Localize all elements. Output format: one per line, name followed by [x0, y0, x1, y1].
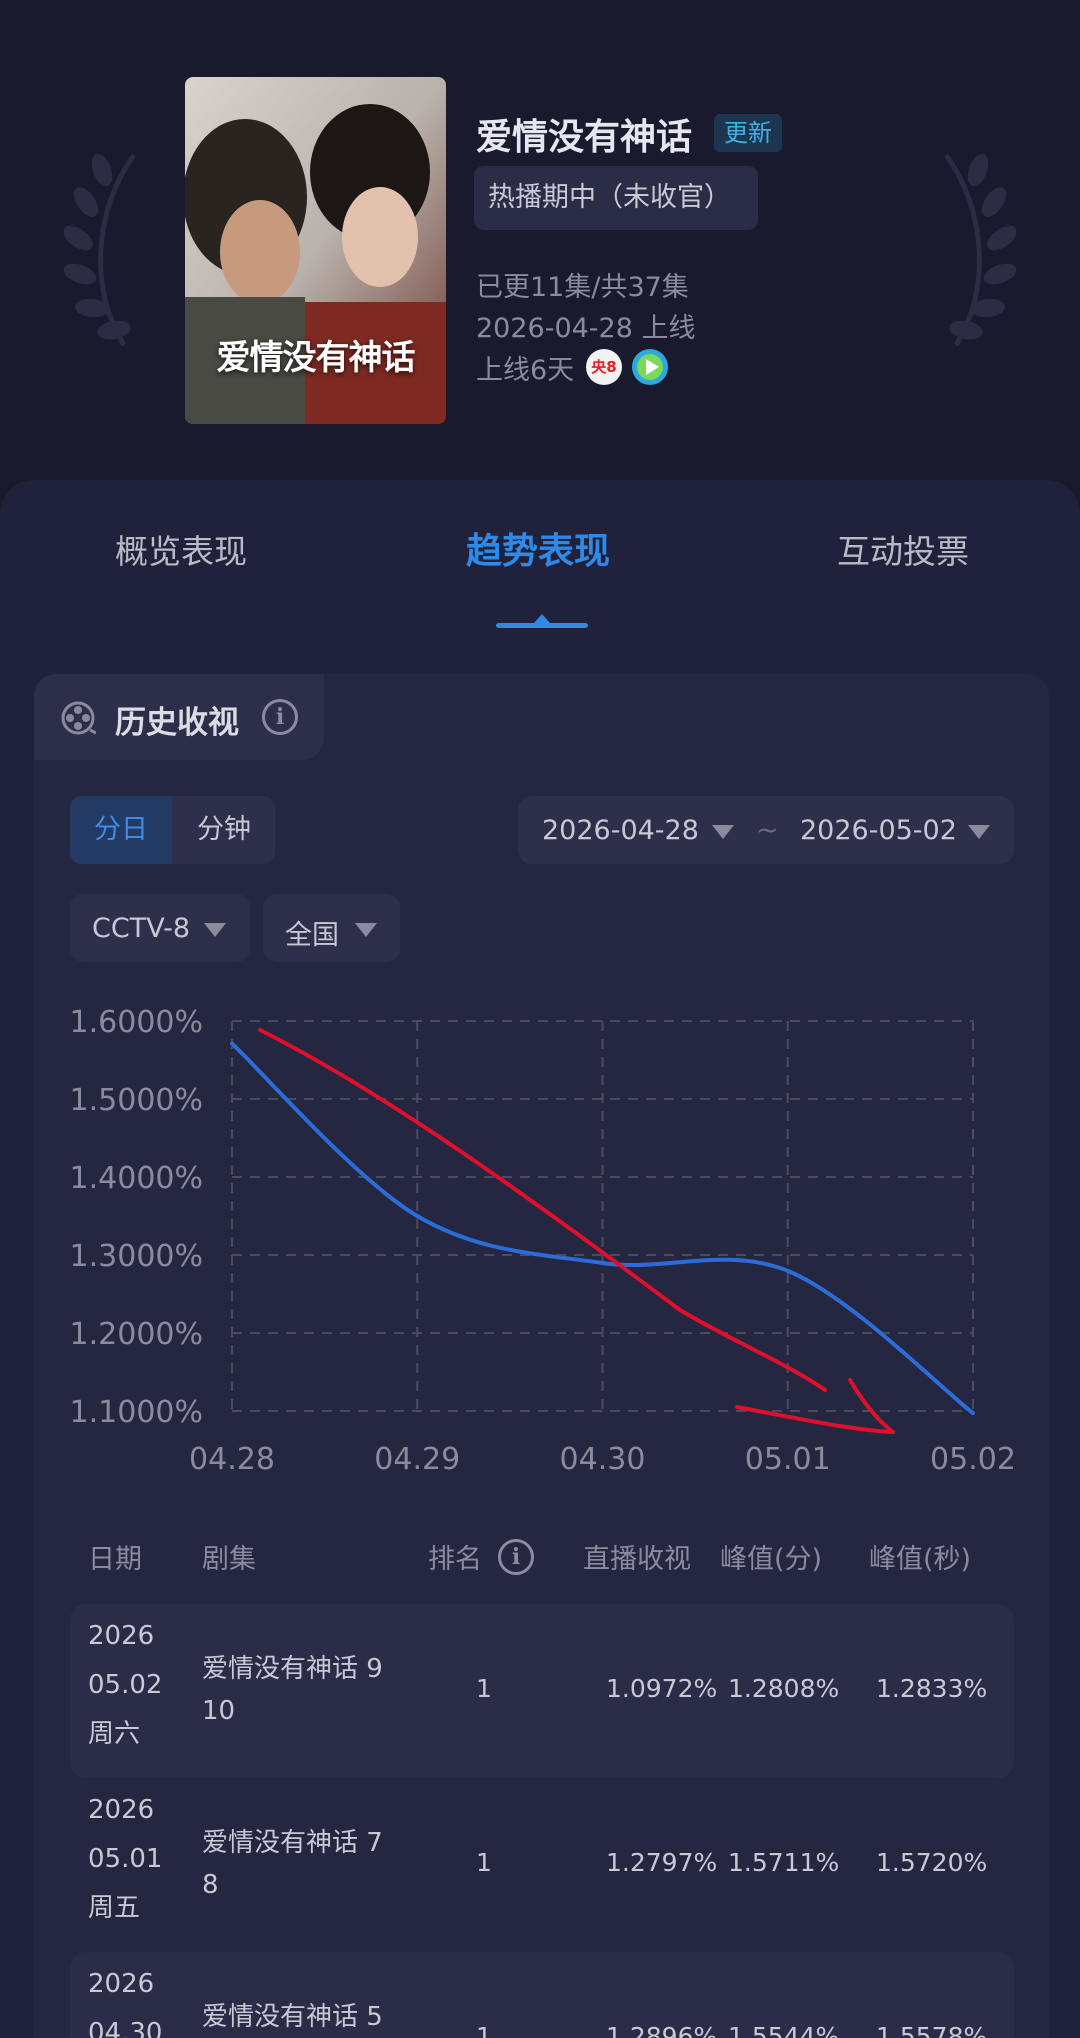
- row-episode: 爱情没有神话 9: [202, 1654, 383, 1684]
- active-tab-indicator: [496, 614, 588, 628]
- y-tick-label: 1.3000%: [70, 1239, 203, 1274]
- days-online: 上线6天: [476, 355, 575, 386]
- update-badge: 更新: [714, 114, 782, 152]
- row-rank: 1: [476, 1848, 492, 1877]
- row-date: 05.02: [88, 1670, 163, 1700]
- table-row[interactable]: 2026 05.02 周六 爱情没有神话 9 10 1 1.0972% 1.28…: [70, 1604, 1014, 1778]
- row-peak-minute: 1.5711%: [728, 1848, 840, 1877]
- data-point: [600, 1261, 605, 1266]
- y-tick-label: 1.5000%: [70, 1083, 203, 1118]
- col-header-live-rating: 直播收视: [583, 1544, 691, 1575]
- y-tick-label: 1.1000%: [70, 1395, 203, 1430]
- row-weekday: 周五: [88, 1893, 141, 1923]
- col-header-episode: 剧集: [202, 1544, 256, 1575]
- granularity-toggle: 分日 分钟: [70, 796, 275, 864]
- x-tick-label: 04.29: [374, 1442, 460, 1477]
- row-date: 05.01: [88, 1844, 163, 1874]
- row-year: 2026: [88, 1795, 155, 1825]
- end-date[interactable]: 2026-05-02: [800, 815, 957, 846]
- annotation-stroke: [258, 1028, 827, 1392]
- row-peak-second: 1.5578%: [876, 2022, 988, 2038]
- end-date-dropdown-icon[interactable]: [968, 825, 990, 839]
- row-rank: 1: [476, 1674, 492, 1703]
- drama-title: 爱情没有神话: [476, 117, 693, 158]
- table-row[interactable]: 2026 04.30 爱情没有神话 5 1 1.2896% 1.5544% 1.…: [70, 1952, 1014, 2038]
- section-title: 历史收视: [115, 705, 239, 741]
- episode-count: 已更11集/共37集: [476, 272, 689, 303]
- row-rank: 1: [476, 2022, 492, 2038]
- y-tick-label: 1.6000%: [70, 1005, 203, 1040]
- col-header-peak-second: 峰值(秒): [869, 1544, 972, 1575]
- poster-title: 爱情没有神话: [216, 338, 416, 378]
- row-episode-cont: 8: [202, 1870, 219, 1900]
- data-point: [785, 1268, 790, 1273]
- row-year: 2026: [88, 1621, 155, 1651]
- film-reel-icon: [61, 701, 96, 735]
- cctv8-logo-icon[interactable]: 央8: [586, 349, 622, 385]
- row-episode-cont: 10: [202, 1696, 236, 1726]
- channel-filter-value: CCTV-8: [92, 913, 191, 944]
- start-date[interactable]: 2026-04-28: [542, 815, 699, 846]
- x-tick-label: 05.02: [930, 1442, 1016, 1477]
- y-tick-label: 1.2000%: [70, 1317, 203, 1352]
- channel-filter[interactable]: CCTV-8: [70, 894, 250, 962]
- x-tick-label: 05.01: [745, 1442, 831, 1477]
- y-tick-label: 1.4000%: [70, 1161, 203, 1196]
- row-live-rating: 1.0972%: [606, 1674, 718, 1703]
- rank-info-icon[interactable]: i: [498, 1539, 534, 1575]
- col-header-rank: 排名: [428, 1544, 482, 1575]
- chevron-down-icon: [355, 923, 377, 937]
- annotation-arrowhead: [735, 1378, 895, 1434]
- tab-overview[interactable]: 概览表现: [115, 525, 247, 573]
- tab-trend[interactable]: 趋势表现: [466, 522, 610, 574]
- data-point: [415, 1214, 420, 1218]
- drama-header: [0, 0, 1080, 480]
- streaming-play-icon[interactable]: [632, 349, 668, 385]
- airing-status: 热播期中（未收官）: [474, 166, 758, 230]
- col-header-date: 日期: [88, 1544, 142, 1575]
- row-episode: 爱情没有神话 7: [202, 1828, 383, 1858]
- tab-voting[interactable]: 互动投票: [837, 525, 969, 573]
- region-filter[interactable]: 全国: [263, 894, 400, 962]
- minute-option[interactable]: 分钟: [173, 796, 275, 864]
- x-tick-label: 04.30: [560, 1442, 646, 1477]
- row-peak-second: 1.2833%: [876, 1674, 988, 1703]
- date-separator: ~: [756, 815, 779, 846]
- table-row[interactable]: 2026 05.01 周五 爱情没有神话 7 8 1 1.2797% 1.571…: [70, 1778, 1014, 1952]
- start-date-dropdown-icon[interactable]: [712, 825, 734, 839]
- data-point: [230, 1041, 234, 1046]
- ratings-line-chart: 1.6000% 1.5000% 1.4000% 1.3000% 1.2000% 1.100…: [70, 1005, 1016, 1477]
- laurel-right-icon: [943, 153, 1016, 347]
- row-peak-minute: 1.2808%: [728, 1674, 840, 1703]
- data-point: [971, 1411, 975, 1416]
- chevron-down-icon: [204, 923, 226, 937]
- row-weekday: 周六: [88, 1719, 141, 1749]
- info-icon[interactable]: i: [262, 699, 298, 735]
- region-filter-value: 全国: [285, 920, 339, 951]
- drama-poster[interactable]: 爱情没有神话: [185, 77, 446, 424]
- x-tick-label: 04.28: [189, 1442, 275, 1477]
- col-header-peak-minute: 峰值(分): [720, 1544, 823, 1575]
- row-peak-second: 1.5720%: [876, 1848, 988, 1877]
- premiere-date: 2026-04-28 上线: [476, 313, 696, 344]
- row-date: 04.30: [88, 2018, 163, 2038]
- laurel-left-icon: [64, 153, 137, 347]
- row-live-rating: 1.2896%: [606, 2022, 718, 2038]
- date-range-picker[interactable]: 2026-04-28 ~ 2026-05-02: [518, 796, 1014, 864]
- row-year: 2026: [88, 1969, 155, 1999]
- row-episode: 爱情没有神话 5: [202, 2002, 383, 2032]
- row-peak-minute: 1.5544%: [728, 2022, 840, 2038]
- row-live-rating: 1.2797%: [606, 1848, 718, 1877]
- daily-option[interactable]: 分日: [70, 796, 172, 864]
